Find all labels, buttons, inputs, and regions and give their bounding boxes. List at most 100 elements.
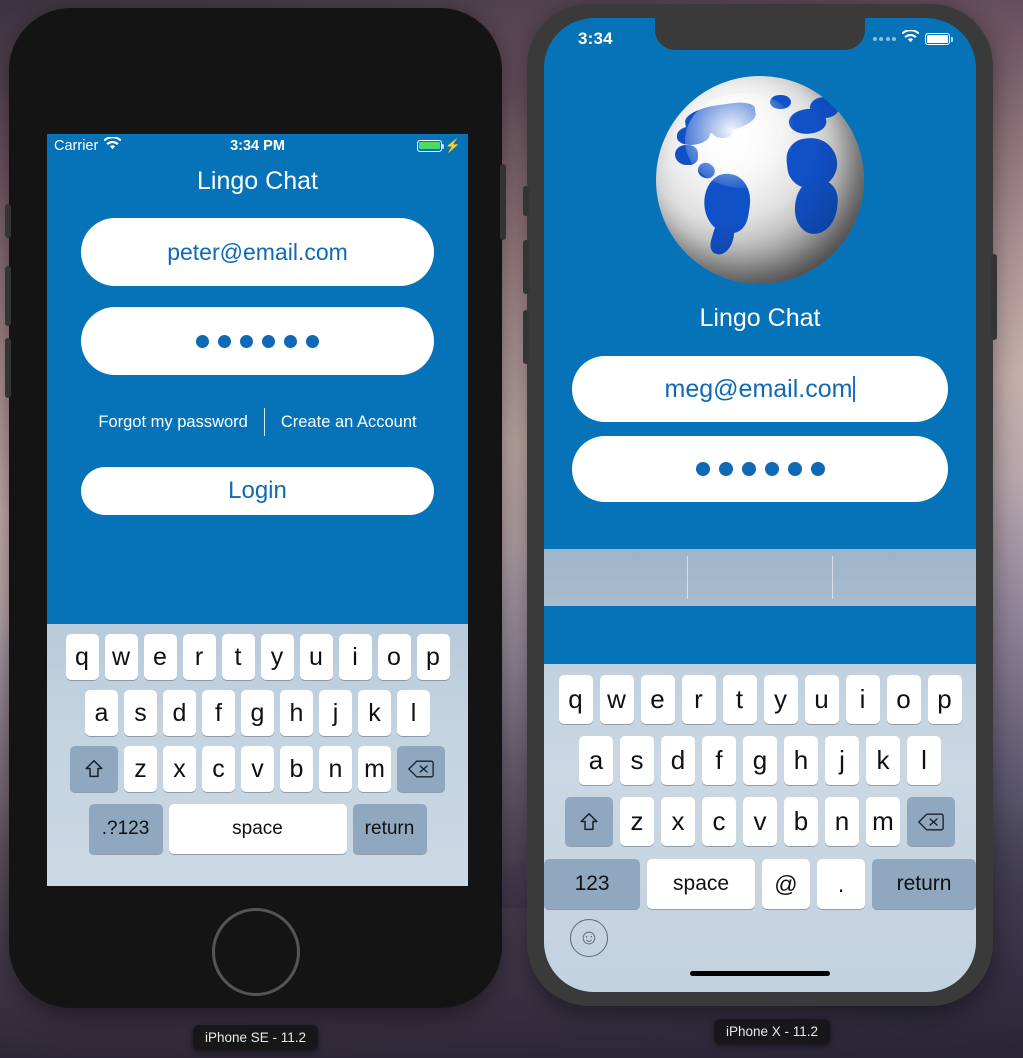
key-q[interactable]: q	[65, 634, 99, 680]
status-time-se: 3:34 PM	[230, 137, 285, 154]
key-m[interactable]: m	[866, 797, 900, 846]
key-x[interactable]: x	[163, 746, 196, 792]
key-e[interactable]: e	[143, 634, 177, 680]
emoji-smiley-icon[interactable]: ☺	[570, 919, 608, 957]
numbers-key-se[interactable]: .?123	[88, 804, 163, 854]
key-f[interactable]: f	[702, 736, 736, 785]
key-i[interactable]: i	[845, 675, 880, 724]
text-caret-x	[853, 376, 856, 402]
key-w[interactable]: w	[104, 634, 138, 680]
prediction-bar-x[interactable]	[544, 549, 976, 606]
keyboard-se[interactable]: q w e r t y u i o p a s d f g h j k l z …	[47, 624, 468, 886]
key-q[interactable]: q	[558, 675, 593, 724]
return-key-se[interactable]: return	[352, 804, 427, 854]
key-f[interactable]: f	[202, 690, 235, 736]
keyboard-x[interactable]: q w e r t y u i o p a s d f g h j k l z …	[544, 664, 976, 992]
key-b[interactable]: b	[280, 746, 313, 792]
logo-area-x	[544, 62, 976, 284]
key-v[interactable]: v	[241, 746, 274, 792]
space-key-x[interactable]: space	[647, 859, 755, 909]
numbers-key-x[interactable]: 123	[544, 859, 641, 909]
key-e[interactable]: e	[640, 675, 675, 724]
key-p[interactable]: p	[416, 634, 450, 680]
login-button-se[interactable]: Login	[81, 467, 434, 515]
return-key-x[interactable]: return	[872, 859, 976, 909]
prediction-slot-2[interactable]	[688, 549, 831, 606]
key-j[interactable]: j	[319, 690, 352, 736]
key-k[interactable]: k	[866, 736, 900, 785]
key-i[interactable]: i	[338, 634, 372, 680]
create-account-link[interactable]: Create an Account	[281, 413, 417, 432]
screen-content-x[interactable]: 3:34 Lingo Chat meg@email.com q w e r t …	[544, 18, 976, 992]
key-s[interactable]: s	[124, 690, 157, 736]
key-a[interactable]: a	[85, 690, 118, 736]
prediction-slot-1[interactable]	[544, 549, 687, 606]
shift-arrow-icon[interactable]	[565, 797, 613, 846]
password-input-se[interactable]	[81, 307, 434, 375]
key-l[interactable]: l	[397, 690, 430, 736]
key-n[interactable]: n	[825, 797, 859, 846]
key-w[interactable]: w	[599, 675, 634, 724]
key-v[interactable]: v	[743, 797, 777, 846]
key-p[interactable]: p	[927, 675, 962, 724]
key-z[interactable]: z	[124, 746, 157, 792]
key-n[interactable]: n	[319, 746, 352, 792]
key-c[interactable]: c	[702, 797, 736, 846]
password-dots-se	[196, 334, 319, 348]
key-g[interactable]: g	[241, 690, 274, 736]
email-input-x[interactable]: meg@email.com	[572, 356, 948, 422]
key-z[interactable]: z	[620, 797, 654, 846]
key-u[interactable]: u	[299, 634, 333, 680]
battery-icon-x	[925, 33, 953, 45]
key-o[interactable]: o	[377, 634, 411, 680]
key-b[interactable]: b	[784, 797, 818, 846]
key-g[interactable]: g	[743, 736, 777, 785]
keyboard-row-2-se: a s d f g h j k l	[47, 690, 468, 736]
key-j[interactable]: j	[825, 736, 859, 785]
key-t[interactable]: t	[722, 675, 757, 724]
key-c[interactable]: c	[202, 746, 235, 792]
lightning-bolt-icon: ⚡	[444, 138, 461, 153]
prediction-slot-3[interactable]	[833, 549, 976, 606]
keyboard-row-4-x: 123 space @ . return	[544, 859, 976, 909]
email-input-se[interactable]: peter@email.com	[81, 218, 434, 286]
key-r[interactable]: r	[182, 634, 216, 680]
key-r[interactable]: r	[681, 675, 716, 724]
key-h[interactable]: h	[784, 736, 818, 785]
backspace-icon[interactable]	[907, 797, 955, 846]
key-m[interactable]: m	[358, 746, 391, 792]
simulator-iphone-x[interactable]: 3:34 Lingo Chat meg@email.com q w e r t …	[523, 4, 997, 1006]
period-key-x[interactable]: .	[817, 859, 866, 909]
screen-content-se[interactable]: Carrier 3:34 PM ⚡ Lingo Chat peter@email…	[47, 134, 468, 886]
power-button-x	[991, 254, 997, 340]
key-y[interactable]: y	[260, 634, 294, 680]
key-h[interactable]: h	[280, 690, 313, 736]
shift-arrow-icon[interactable]	[70, 746, 118, 792]
key-a[interactable]: a	[579, 736, 613, 785]
key-u[interactable]: u	[804, 675, 839, 724]
volume-up-x	[523, 240, 529, 294]
app-title-se: Lingo Chat	[197, 167, 318, 195]
keyboard-row-3-x: z x c v b n m	[544, 797, 976, 846]
keyboard-row-4-se: .?123 space return	[47, 804, 468, 854]
key-o[interactable]: o	[886, 675, 921, 724]
key-x[interactable]: x	[661, 797, 695, 846]
backspace-icon[interactable]	[397, 746, 445, 792]
password-input-x[interactable]	[572, 436, 948, 502]
forgot-password-link[interactable]: Forgot my password	[98, 413, 247, 432]
auth-links-se: Forgot my password Create an Account	[47, 408, 468, 436]
simulator-iphone-se[interactable]: Carrier 3:34 PM ⚡ Lingo Chat peter@email…	[5, 8, 506, 1008]
keyboard-row-2-x: a s d f g h j k l	[544, 736, 976, 785]
key-s[interactable]: s	[620, 736, 654, 785]
key-k[interactable]: k	[358, 690, 391, 736]
key-d[interactable]: d	[163, 690, 196, 736]
key-d[interactable]: d	[661, 736, 695, 785]
home-button-icon[interactable]	[211, 908, 300, 996]
volume-down-x	[523, 310, 529, 364]
home-indicator-icon[interactable]	[690, 971, 830, 976]
key-l[interactable]: l	[907, 736, 941, 785]
key-y[interactable]: y	[763, 675, 798, 724]
key-t[interactable]: t	[221, 634, 255, 680]
at-key-x[interactable]: @	[761, 859, 811, 909]
space-key-se[interactable]: space	[168, 804, 347, 854]
